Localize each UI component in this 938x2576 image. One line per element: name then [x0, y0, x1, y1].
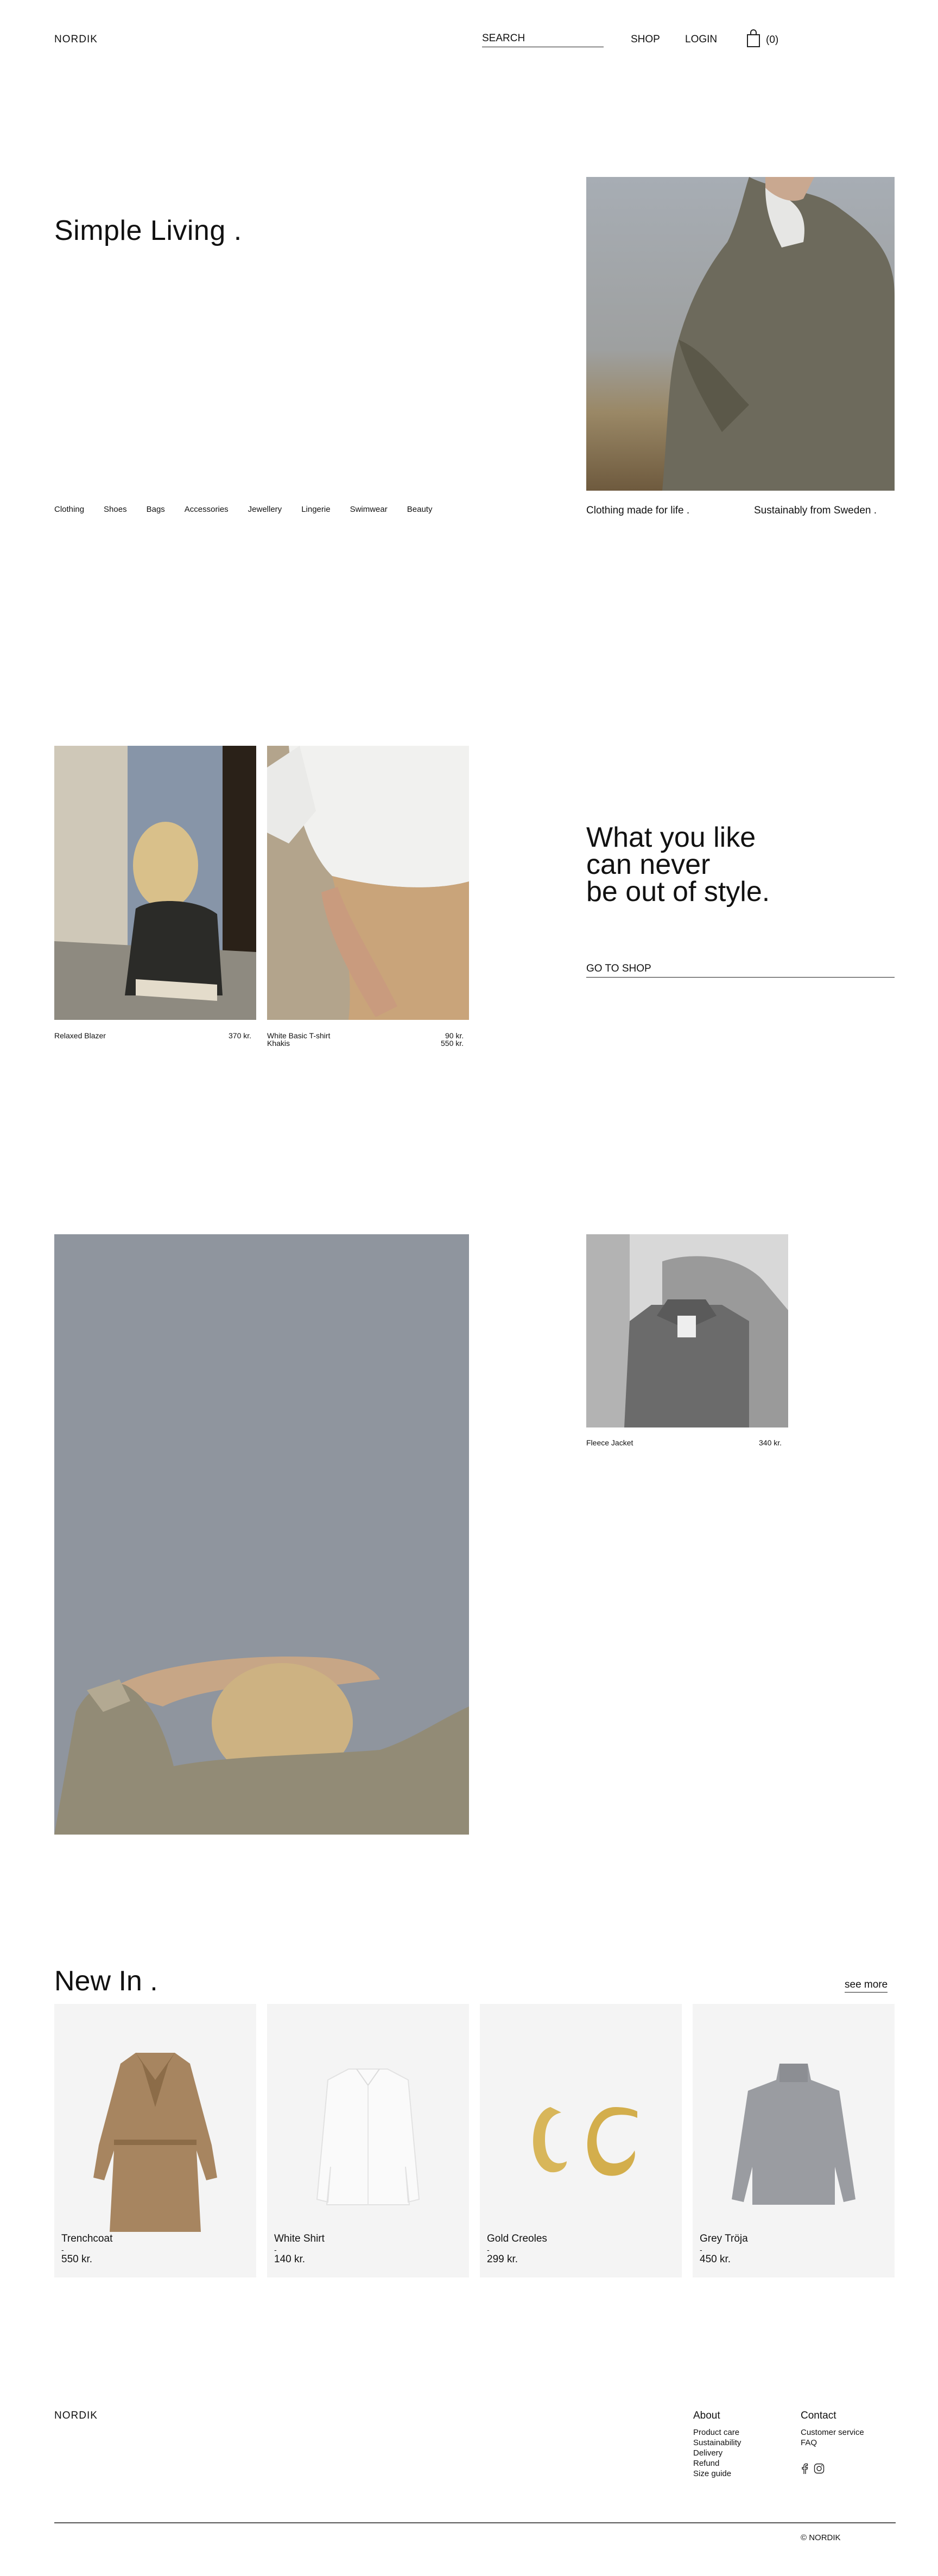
- category-accessories[interactable]: Accessories: [185, 505, 229, 514]
- new-in-title: New In .: [54, 1965, 158, 1997]
- footer-divider: [54, 2522, 896, 2523]
- gold-creoles-image: [533, 2107, 637, 2176]
- social-links: [801, 2463, 864, 2477]
- shopping-bag-icon: [746, 29, 760, 51]
- product-price: 340 kr.: [759, 1438, 782, 1447]
- product-card-trenchcoat[interactable]: Trenchcoat - 550 kr.: [54, 2004, 256, 2277]
- product-separator: -: [700, 2245, 702, 2254]
- hero-photo: [586, 177, 895, 491]
- product-separator: -: [487, 2245, 490, 2254]
- trenchcoat-image: [93, 2053, 217, 2232]
- relaxed-blazer-photo[interactable]: [54, 746, 256, 1020]
- category-shoes[interactable]: Shoes: [104, 505, 127, 514]
- style-headline-line: be out of style.: [586, 876, 770, 908]
- lifestyle-photo: [54, 1234, 469, 1835]
- product-name: Grey Tröja: [700, 2233, 748, 2244]
- footer-link-customer-service[interactable]: Customer service: [801, 2427, 864, 2438]
- logo[interactable]: NORDIK: [54, 34, 98, 46]
- hero-title: Simple Living .: [54, 215, 242, 246]
- product-name-secondary[interactable]: Khakis: [267, 1039, 290, 1048]
- category-lingerie[interactable]: Lingerie: [301, 505, 330, 514]
- cart-count: (0): [766, 34, 779, 46]
- tshirt-khakis-photo[interactable]: [267, 746, 469, 1020]
- style-headline: What you like can never be out of style.: [586, 822, 770, 908]
- category-bags[interactable]: Bags: [147, 505, 165, 514]
- footer-link-sustainability[interactable]: Sustainability: [693, 2438, 741, 2448]
- footer-logo[interactable]: NORDIK: [54, 2410, 98, 2422]
- style-headline-line: What you like: [586, 822, 756, 853]
- product-name[interactable]: Fleece Jacket: [586, 1438, 633, 1447]
- footer-link-product-care[interactable]: Product care: [693, 2427, 741, 2438]
- grey-troja-image: [732, 2064, 855, 2205]
- product-price: 450 kr.: [700, 2254, 731, 2265]
- category-clothing[interactable]: Clothing: [54, 505, 84, 514]
- footer-link-refund[interactable]: Refund: [693, 2458, 741, 2469]
- product-price: 140 kr.: [274, 2254, 306, 2265]
- hero-caption-left: Clothing made for life .: [586, 505, 690, 516]
- product-name: White Shirt: [274, 2233, 325, 2244]
- cart-button[interactable]: (0): [746, 29, 778, 51]
- category-beauty[interactable]: Beauty: [407, 505, 433, 514]
- category-nav: Clothing Shoes Bags Accessories Jeweller…: [54, 505, 452, 514]
- product-separator: -: [61, 2245, 64, 2254]
- footer-link-size-guide[interactable]: Size guide: [693, 2469, 741, 2479]
- nav-login-link[interactable]: LOGIN: [685, 34, 717, 46]
- product-name: Gold Creoles: [487, 2233, 547, 2244]
- go-to-shop-link[interactable]: GO TO SHOP: [586, 963, 895, 978]
- footer-about-title: About: [693, 2410, 720, 2421]
- footer-about: About Product care Sustainability Delive…: [693, 2410, 741, 2479]
- product-name: Trenchcoat: [61, 2233, 113, 2244]
- footer-contact: Contact Customer service FAQ: [801, 2410, 864, 2477]
- style-headline-line: can never: [586, 849, 711, 880]
- product-price: 370 kr.: [229, 1031, 252, 1040]
- product-price-secondary: 550 kr.: [441, 1039, 464, 1048]
- category-jewellery[interactable]: Jewellery: [248, 505, 282, 514]
- footer-link-faq[interactable]: FAQ: [801, 2438, 864, 2448]
- product-price: 550 kr.: [61, 2254, 93, 2265]
- product-price: 299 kr.: [487, 2254, 518, 2265]
- product-card-white-shirt[interactable]: White Shirt - 140 kr.: [267, 2004, 469, 2277]
- product-card-grey-troja[interactable]: Grey Tröja - 450 kr.: [693, 2004, 895, 2277]
- white-shirt-image: [316, 2069, 420, 2205]
- see-more-link[interactable]: see more: [845, 1979, 888, 1993]
- hero-caption-right: Sustainably from Sweden .: [754, 505, 877, 516]
- footer-contact-title: Contact: [801, 2410, 836, 2421]
- instagram-icon[interactable]: [814, 2463, 825, 2477]
- nav-shop-link[interactable]: SHOP: [631, 34, 660, 46]
- facebook-icon[interactable]: [801, 2463, 808, 2477]
- product-name[interactable]: Relaxed Blazer: [54, 1031, 106, 1040]
- product-separator: -: [274, 2245, 277, 2254]
- footer-link-delivery[interactable]: Delivery: [693, 2448, 741, 2458]
- search-field[interactable]: SEARCH: [482, 33, 604, 47]
- category-swimwear[interactable]: Swimwear: [350, 505, 388, 514]
- copyright: © NORDIK: [801, 2533, 841, 2542]
- fleece-jacket-photo[interactable]: [586, 1234, 788, 1427]
- product-card-gold-creoles[interactable]: Gold Creoles - 299 kr.: [480, 2004, 682, 2277]
